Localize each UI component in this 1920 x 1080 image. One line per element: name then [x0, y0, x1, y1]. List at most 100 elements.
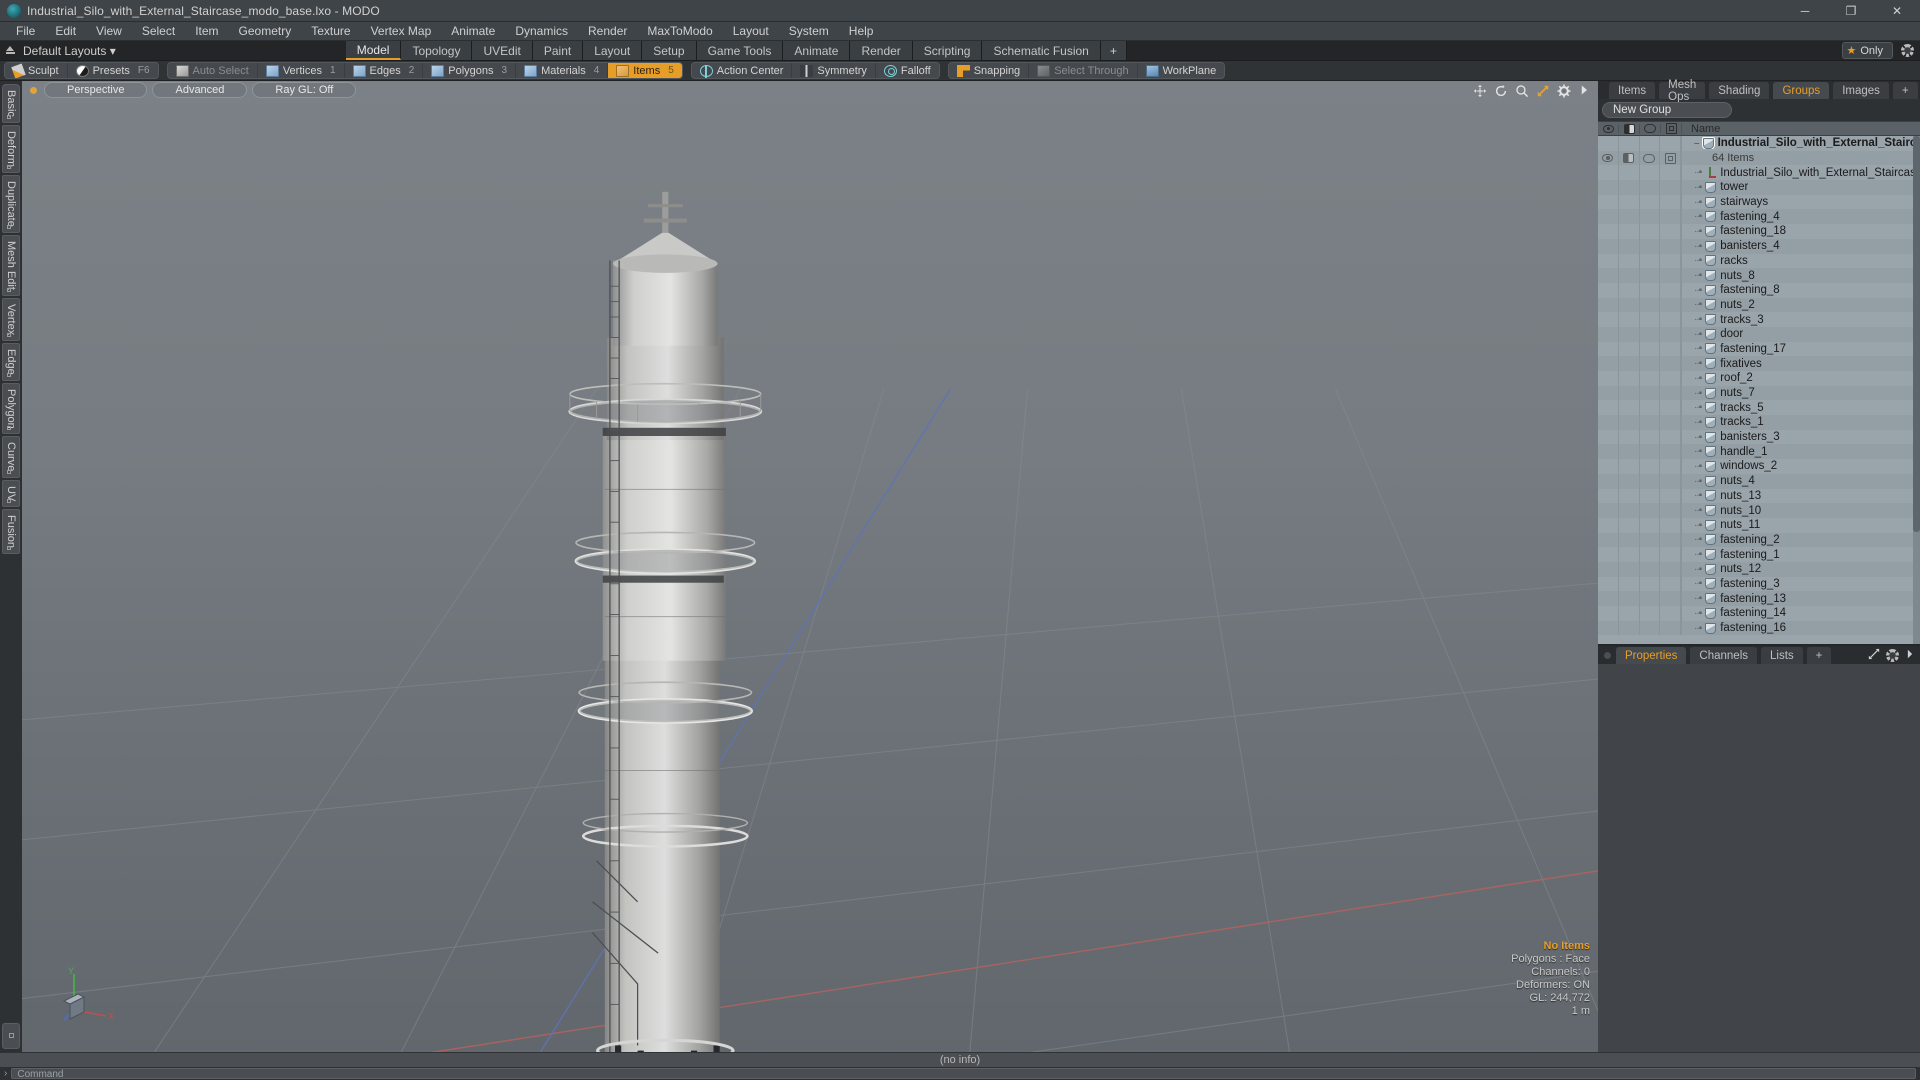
menu-item-select[interactable]: Select: [132, 22, 185, 41]
item-list-row[interactable]: ··▪ nuts_13: [1598, 488, 1920, 504]
item-list-row[interactable]: ··▪ door: [1598, 326, 1920, 342]
gear-icon[interactable]: [1901, 44, 1914, 57]
item-list-row[interactable]: ··▪ fixatives: [1598, 356, 1920, 371]
toolbar-button-presets[interactable]: Presets F6: [68, 63, 158, 78]
toolbar-button-sculpt[interactable]: Sculpt: [5, 63, 68, 78]
expand-icon[interactable]: [1868, 648, 1880, 663]
rail-tab-basic[interactable]: Basic: [2, 84, 20, 123]
panel-tab-groups[interactable]: Groups: [1772, 81, 1831, 99]
properties-menu-dot-icon[interactable]: [1604, 651, 1611, 659]
menu-item-view[interactable]: View: [86, 22, 132, 41]
menu-item-dynamics[interactable]: Dynamics: [505, 22, 578, 41]
layout-tab-uvedit[interactable]: UVEdit: [472, 41, 533, 60]
toolbar-button-vertices[interactable]: Vertices 1: [258, 63, 345, 78]
layout-tab-animate[interactable]: Animate: [783, 41, 851, 60]
item-list-row[interactable]: ··▪ tracks_1: [1598, 415, 1920, 430]
item-list-row[interactable]: ··▪ stairways: [1598, 194, 1920, 210]
menu-item-edit[interactable]: Edit: [45, 22, 86, 41]
row-visibility-toggle[interactable]: [1598, 150, 1619, 166]
layout-tab-setup[interactable]: Setup: [642, 41, 697, 60]
menu-item-help[interactable]: Help: [839, 22, 884, 41]
item-list-row[interactable]: ··▪ roof_2: [1598, 371, 1920, 386]
menu-item-vertex-map[interactable]: Vertex Map: [361, 22, 442, 41]
row-wireframe-toggle[interactable]: [1660, 150, 1681, 166]
layout-tab-schematic-fusion[interactable]: Schematic Fusion: [982, 41, 1101, 60]
panel-tab-images[interactable]: Images: [1832, 81, 1890, 99]
properties-tab-channels[interactable]: Channels: [1689, 646, 1759, 664]
item-list-row[interactable]: ··▪ banisters_3: [1598, 429, 1920, 445]
rail-extra-button[interactable]: [2, 1023, 20, 1049]
item-list-row[interactable]: ··▪ nuts_11: [1598, 517, 1920, 533]
item-list-row[interactable]: ··▪ fastening_8: [1598, 282, 1920, 298]
panel-tab-items[interactable]: Items: [1608, 81, 1657, 99]
item-list-row[interactable]: ··▪ tower: [1598, 180, 1920, 195]
new-group-button[interactable]: New Group: [1602, 102, 1732, 118]
item-list-row[interactable]: ··▪ fastening_3: [1598, 576, 1920, 592]
zoom-icon[interactable]: [1515, 84, 1529, 98]
item-list-scrollbar[interactable]: [1913, 136, 1920, 644]
maximize-button[interactable]: ❐: [1828, 0, 1874, 22]
viewport-menu-dot-icon[interactable]: [30, 86, 37, 94]
item-list-row[interactable]: ··▪ fastening_14: [1598, 606, 1920, 621]
menu-item-file[interactable]: File: [6, 22, 45, 41]
item-list-row[interactable]: ··▪ Industrial_Silo_with_External_Stairca…: [1598, 165, 1920, 181]
item-list-row[interactable]: ··▪ fastening_18: [1598, 224, 1920, 239]
toolbar-button-select-through[interactable]: Select Through: [1029, 63, 1138, 78]
toolbar-button-snapping[interactable]: Snapping: [949, 63, 1030, 78]
menu-item-geometry[interactable]: Geometry: [229, 22, 302, 41]
layout-tab-scripting[interactable]: Scripting: [912, 41, 983, 60]
tree-collapse-icon[interactable]: –: [1686, 138, 1700, 149]
properties-tab-properties[interactable]: Properties: [1615, 646, 1688, 664]
toolbar-button-items[interactable]: Items 5: [608, 63, 682, 78]
item-list-row[interactable]: ··▪ fastening_4: [1598, 209, 1920, 225]
rail-tab-edge[interactable]: Edge: [2, 342, 20, 381]
item-list[interactable]: – Industrial_Silo_with_External_Staircase…: [1598, 136, 1920, 644]
minimize-button[interactable]: ─: [1782, 0, 1828, 22]
layout-tab-topology[interactable]: Topology: [401, 41, 473, 60]
layout-tab-model[interactable]: Model: [345, 41, 402, 60]
toolbar-button-materials[interactable]: Materials 4: [516, 63, 609, 78]
item-list-row[interactable]: ··▪ nuts_8: [1598, 268, 1920, 283]
item-list-row[interactable]: ··▪ windows_2: [1598, 459, 1920, 474]
rail-tab-curve[interactable]: Curve: [2, 436, 20, 478]
only-button[interactable]: ★ Only: [1841, 42, 1893, 59]
fit-icon[interactable]: [1536, 84, 1550, 98]
properties-tab-+[interactable]: +: [1805, 646, 1833, 664]
rail-tab-polygon[interactable]: Polygon: [2, 382, 20, 435]
rail-tab-mesh-edit[interactable]: Mesh Edit: [2, 234, 20, 296]
command-chevron-icon[interactable]: ›: [4, 1068, 7, 1079]
layout-tab-game-tools[interactable]: Game Tools: [696, 41, 784, 60]
close-button[interactable]: ✕: [1874, 0, 1920, 22]
row-shaded-toggle[interactable]: [1619, 150, 1640, 166]
rail-tab-vertex[interactable]: Vertex: [2, 297, 20, 341]
toolbar-button-symmetry[interactable]: Symmetry: [792, 63, 876, 78]
viewport-3d[interactable]: Perspective Advanced Ray GL: Off Y X No …: [22, 81, 1598, 1052]
column-visibility-icon[interactable]: [1598, 124, 1619, 133]
item-list-row[interactable]: ··▪ racks: [1598, 253, 1920, 269]
item-list-row[interactable]: ··▪ nuts_7: [1598, 385, 1920, 401]
item-list-row[interactable]: ··▪ fastening_1: [1598, 547, 1920, 562]
menu-item-item[interactable]: Item: [185, 22, 228, 41]
item-list-row[interactable]: ··▪ tracks_5: [1598, 400, 1920, 416]
item-list-row[interactable]: ··▪ nuts_2: [1598, 297, 1920, 313]
item-list-row[interactable]: ··▪ handle_1: [1598, 444, 1920, 460]
rotate-icon[interactable]: [1494, 84, 1508, 98]
menu-item-render[interactable]: Render: [578, 22, 637, 41]
toolbar-button-action-center[interactable]: Action Center: [692, 63, 793, 78]
toolbar-button-workplane[interactable]: WorkPlane: [1138, 63, 1225, 78]
layout-tab-render[interactable]: Render: [850, 41, 913, 60]
item-list-row[interactable]: ··▪ fastening_16: [1598, 620, 1920, 636]
viewport-projection-button[interactable]: Perspective: [44, 82, 148, 98]
viewport-raygl-button[interactable]: Ray GL: Off: [252, 82, 357, 98]
gear-icon[interactable]: [1886, 648, 1899, 662]
row-outline-toggle[interactable]: [1640, 150, 1661, 166]
rail-tab-deform[interactable]: Deform: [2, 124, 20, 173]
panel-tab-+[interactable]: +: [1891, 81, 1919, 99]
item-list-row[interactable]: ··▪ fastening_2: [1598, 532, 1920, 548]
gear-icon[interactable]: [1557, 84, 1571, 98]
layout-tab-layout[interactable]: Layout: [583, 41, 643, 60]
layout-tab-+[interactable]: +: [1100, 41, 1127, 60]
rail-tab-fusion[interactable]: Fusion: [2, 509, 20, 555]
layout-selector[interactable]: Default Layouts ▾: [0, 41, 116, 60]
menu-item-system[interactable]: System: [779, 22, 839, 41]
